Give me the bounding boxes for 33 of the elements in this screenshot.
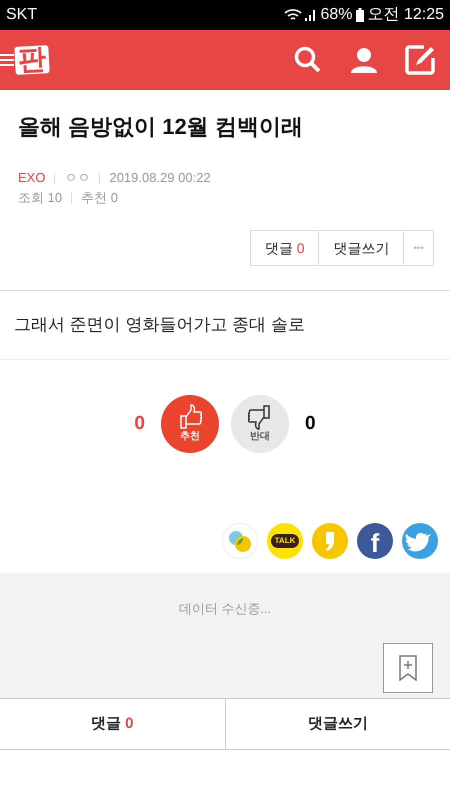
thumbs-down-icon	[248, 404, 272, 430]
comments-button[interactable]: 댓글 0	[250, 231, 320, 265]
battery-icon	[356, 8, 364, 22]
recommend-button[interactable]: 추천	[161, 395, 219, 453]
post-body: 그래서 준면이 영화들어가고 종대 솔로	[13, 314, 306, 336]
kakao-talk-button[interactable]: TALK	[267, 523, 303, 559]
battery-percent: 68%	[320, 5, 353, 25]
recommend-count: 0	[134, 412, 145, 436]
edit-icon[interactable]	[404, 44, 436, 76]
post-date: 2019.08.29 00:22	[109, 169, 211, 187]
bookmark-icon	[398, 655, 418, 681]
menu-icon[interactable]	[0, 52, 14, 68]
oppose-button[interactable]: 반대	[231, 395, 289, 453]
bookmark-button[interactable]	[383, 643, 433, 693]
oppose-count: 0	[305, 412, 316, 436]
app-logo[interactable]: 판	[14, 45, 50, 75]
comments-tab-button[interactable]: 댓글 0	[0, 699, 226, 749]
user-icon[interactable]	[350, 46, 378, 74]
view-count: 조회 10	[18, 189, 62, 207]
post-category[interactable]: EXO	[18, 168, 46, 188]
twitter-icon[interactable]	[402, 523, 438, 559]
search-icon[interactable]	[294, 46, 322, 74]
post-author: ㅇㅇ	[64, 169, 90, 187]
write-comment-tab-button[interactable]: 댓글쓰기	[226, 699, 450, 749]
carrier-name: SKT	[6, 5, 38, 25]
facebook-button[interactable]: f	[357, 523, 393, 559]
wifi-icon	[284, 8, 302, 22]
recommend-count: 추천 0	[81, 189, 118, 207]
post-title: 올해 음방없이 12월 컴백이래	[17, 113, 304, 141]
loading-message: 데이터 수신중...	[178, 600, 272, 618]
thumbs-up-icon	[178, 404, 202, 430]
write-comment-button[interactable]: 댓글쓰기	[319, 231, 404, 265]
clock-time: 오전 12:25	[368, 5, 444, 25]
